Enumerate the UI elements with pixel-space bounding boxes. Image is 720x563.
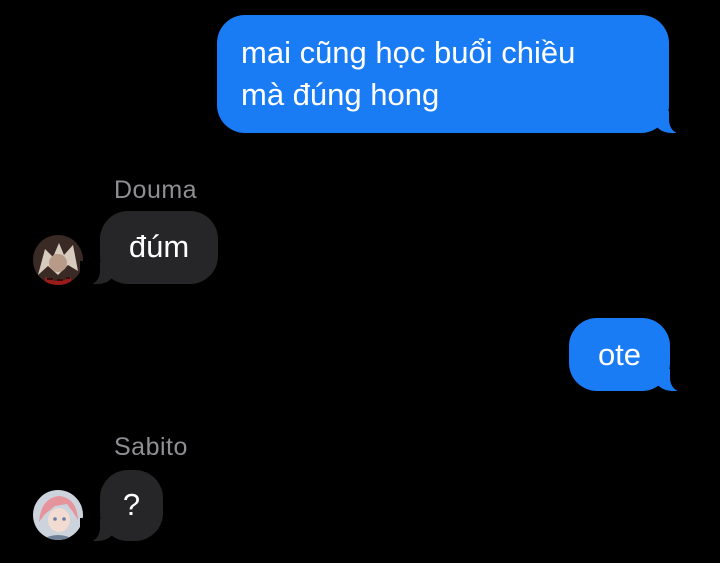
message-text-line: mai cũng học buổi chiều [241,35,576,70]
message-bubble-outgoing[interactable]: mai cũng học buổi chiều mà đúng hong [217,15,689,134]
message-bubble-incoming[interactable]: ? [80,470,163,542]
message-bubble-incoming[interactable]: đúm [80,211,218,285]
message-text: ? [122,487,141,522]
message-text-line: mà đúng hong [241,77,440,112]
bubble-tail-cutout [669,110,689,134]
douma-avatar-icon[interactable] [33,235,83,285]
sender-name: Douma [114,176,198,204]
message-text: đúm [128,229,190,264]
sabito-avatar-icon[interactable] [33,490,83,540]
bubble-tail-cutout [670,368,690,392]
sender-name: Sabito [114,433,188,461]
message-text: ote [597,337,642,372]
message-bubble-outgoing[interactable]: ote [569,318,690,392]
